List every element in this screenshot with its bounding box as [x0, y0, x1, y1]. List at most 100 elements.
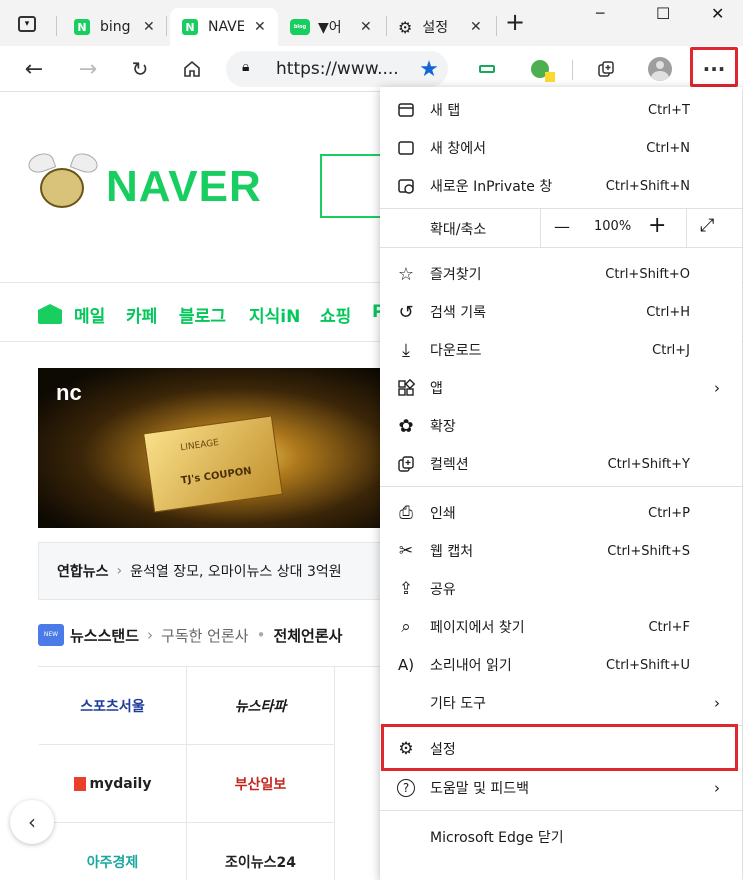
press-newstapa[interactable]: 뉴스타파	[187, 667, 335, 745]
close-icon[interactable]: ✕	[470, 19, 482, 35]
extension-icon[interactable]	[472, 46, 502, 92]
minimize-button[interactable]: ─	[596, 6, 604, 22]
newsstand-all[interactable]: 전체언론사	[273, 625, 342, 646]
menu-downloads[interactable]: ⤓ 다운로드 Ctrl+J	[380, 331, 742, 369]
collections-button[interactable]	[590, 46, 622, 92]
lock-icon: 🔒︎	[242, 59, 250, 75]
menu-collections[interactable]: 컬렉션 Ctrl+Shift+Y	[380, 445, 742, 483]
menu-share[interactable]: ⇪ 공유	[380, 570, 742, 608]
menu-print[interactable]: ⎙ 인쇄 Ctrl+P	[380, 494, 742, 532]
read-aloud-icon: A)	[397, 656, 415, 674]
dot-separator: •	[256, 626, 266, 644]
tab-title: NAVER	[208, 19, 244, 35]
naver-favicon-icon: N	[182, 19, 198, 35]
press-sportsseoul[interactable]: 스포츠서울	[39, 667, 187, 745]
menu-inprivate[interactable]: 새로운 InPrivate 창 Ctrl+Shift+N	[380, 167, 742, 205]
favorite-star-button[interactable]: ★	[414, 46, 444, 92]
nav-mail[interactable]: 메일	[74, 302, 105, 327]
menu-separator	[380, 810, 742, 811]
zoom-in-button[interactable]: +	[648, 213, 666, 238]
forward-button[interactable]: →	[70, 46, 106, 92]
menu-new-tab[interactable]: 새 탭 Ctrl+T	[380, 91, 742, 129]
newsstand-title[interactable]: 뉴스스탠드	[70, 625, 139, 646]
apps-icon	[396, 378, 416, 398]
nav-kin[interactable]: 지식iN	[249, 302, 300, 327]
zoom-divider	[686, 209, 687, 247]
newsstand-subscribed[interactable]: 구독한 언론사	[161, 625, 249, 646]
fullscreen-icon[interactable]: ⤢	[700, 215, 714, 236]
maximize-button[interactable]: ☐	[656, 4, 670, 23]
press-joynews24[interactable]: 조이뉴스24	[187, 823, 335, 880]
chevron-right-icon: ›	[714, 779, 720, 797]
back-button[interactable]: ←	[16, 46, 52, 92]
close-icon[interactable]: ✕	[360, 19, 372, 35]
address-url[interactable]: https://www....	[276, 59, 399, 79]
tab-title: 설정	[422, 20, 449, 36]
collections-icon	[598, 61, 614, 77]
coupon-card: LINEAGE TJ's COUPON	[143, 415, 283, 513]
menu-extensions[interactable]: ✿ 확장	[380, 407, 742, 445]
menu-history[interactable]: ↺ 검색 기록 Ctrl+H	[380, 293, 742, 331]
menu-new-window[interactable]: 새 창에서 Ctrl+N	[380, 129, 742, 167]
title-bar: ▾ N bing ✕ N NAVER ✕ blog ▼어 ✕ ⚙ 설정 ✕ + …	[0, 0, 743, 46]
settings-highlight	[381, 724, 738, 771]
tab-naver[interactable]: N NAVER ✕	[170, 8, 278, 46]
nav-blog[interactable]: 블로그	[179, 302, 226, 327]
download-icon: ⤓	[402, 339, 410, 361]
naver-favicon-icon: N	[74, 19, 90, 35]
ad-banner[interactable]: nc LINEAGE TJ's COUPON	[38, 368, 398, 528]
menu-more-tools[interactable]: 기타 도구 ›	[380, 684, 742, 722]
zoom-out-button[interactable]: —	[554, 217, 570, 236]
profile-button[interactable]	[644, 46, 676, 92]
naver-logo[interactable]: NAVER	[106, 162, 262, 212]
press-ajunews[interactable]: 아주경제	[39, 823, 187, 880]
menu-web-capture[interactable]: ✂ 웹 캡처 Ctrl+Shift+S	[380, 532, 742, 570]
new-tab-icon	[396, 100, 416, 120]
carousel-prev-button[interactable]: ‹	[10, 800, 54, 844]
news-ticker[interactable]: 연합뉴스 › 윤석열 장모, 오마이뉴스 상대 3억원	[38, 542, 398, 600]
refresh-button[interactable]: ↻	[122, 46, 158, 92]
share-icon: ⇪	[398, 579, 414, 599]
chevron-right-icon: ›	[714, 379, 720, 397]
menu-close-edge[interactable]: Microsoft Edge 닫기	[380, 818, 742, 856]
tab-separator	[56, 16, 57, 36]
tab-actions-icon[interactable]: ▾	[18, 16, 36, 32]
menu-favorites[interactable]: ☆ 즐겨찾기 Ctrl+Shift+O	[380, 255, 742, 293]
home-button[interactable]	[174, 46, 210, 92]
profile-extension-icon[interactable]	[524, 46, 556, 92]
tab-separator	[166, 16, 167, 36]
find-icon: ⌕	[401, 617, 411, 637]
help-icon: ?	[396, 778, 416, 798]
close-icon[interactable]: ✕	[254, 19, 266, 35]
tab-title: ▼어	[318, 20, 342, 36]
browser-toolbar: ← → ↻ 🔒︎ https://www.... ★ ···	[0, 46, 743, 92]
nc-logo: nc	[56, 380, 82, 405]
tab-settings[interactable]: ⚙ 설정 ✕	[390, 8, 496, 46]
news-source[interactable]: 연합뉴스	[57, 561, 109, 581]
tab-title: bing	[100, 19, 131, 35]
new-tab-button[interactable]: +	[505, 8, 525, 36]
close-window-button[interactable]: ✕	[711, 4, 724, 23]
menu-read-aloud[interactable]: A) 소리내어 읽기 Ctrl+Shift+U	[380, 646, 742, 684]
nav-cafe[interactable]: 카페	[126, 302, 157, 327]
home-icon	[184, 60, 200, 77]
tab-bing[interactable]: N bing ✕	[60, 8, 166, 46]
menu-separator	[380, 247, 742, 248]
menu-help-feedback[interactable]: ? 도움말 및 피드백 ›	[380, 769, 742, 807]
tab-separator	[496, 16, 497, 36]
menu-apps[interactable]: 앱 ›	[380, 369, 742, 407]
newsstand-badge-icon: NEW	[38, 624, 64, 646]
zoom-label: 확대/축소	[430, 222, 487, 238]
web-capture-icon: ✂	[398, 541, 414, 561]
naver-mascot-logo	[25, 150, 101, 214]
close-icon[interactable]: ✕	[143, 19, 155, 35]
press-mydaily[interactable]: mydaily	[39, 745, 187, 823]
press-grid: 스포츠서울 뉴스타파 mydaily 부산일보 아주경제 조이뉴스24	[38, 666, 398, 880]
nav-shopping[interactable]: 쇼핑	[320, 302, 351, 327]
menu-find-on-page[interactable]: ⌕ 페이지에서 찾기 Ctrl+F	[380, 608, 742, 646]
newsstand-header: NEW 뉴스스탠드 › 구독한 언론사 • 전체언론사	[38, 624, 342, 646]
news-headline[interactable]: 윤석열 장모, 오마이뉴스 상대 3억원	[130, 561, 341, 581]
zoom-value: 100%	[594, 219, 632, 234]
press-busanilbo[interactable]: 부산일보	[187, 745, 335, 823]
tab-blog[interactable]: blog ▼어 ✕	[282, 8, 386, 46]
